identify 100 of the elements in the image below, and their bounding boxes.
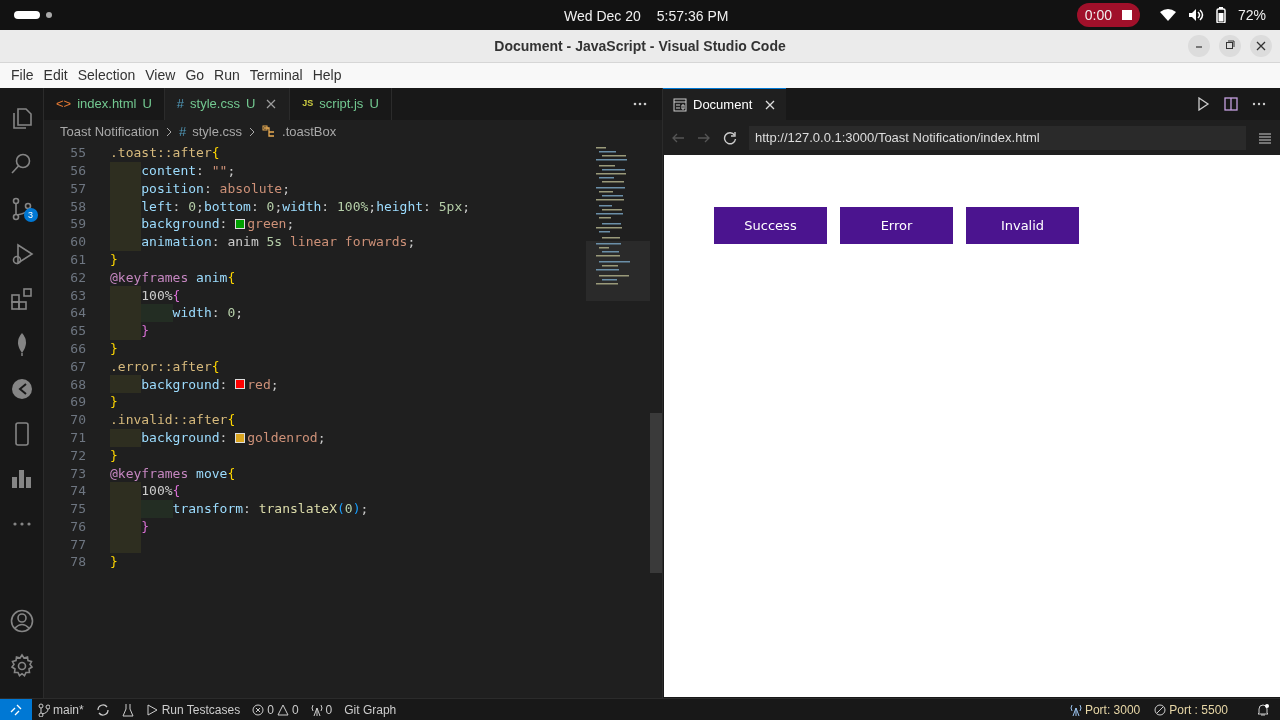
menu-item[interactable]: Terminal [244,65,308,86]
split-editor-icon[interactable] [1224,97,1238,111]
remote-icon [10,703,22,716]
battery-percent: 72% [1237,5,1266,25]
file-type-icon: JS [302,97,314,111]
code-text: 100%{ [141,482,181,501]
line-number: 68 [69,375,86,394]
toast-button[interactable]: Invalid [966,207,1079,244]
git-graph-item[interactable]: Git Graph [344,700,397,719]
untracked-status: U [142,95,152,114]
line-number: 65 [69,322,86,341]
run-icon[interactable] [1196,97,1210,111]
code-text: } [141,322,150,341]
code-text: background: [141,375,229,394]
ports-item[interactable]: 0 [310,700,333,719]
sync-icon[interactable] [95,702,110,717]
menu-item[interactable]: View [140,65,181,86]
branch-item[interactable]: main* [38,700,84,719]
tab-label: script.js [319,95,364,114]
code-text: position: absolute; [141,179,291,198]
line-number: 72 [69,446,86,465]
breadcrumb-item[interactable]: style.css [192,121,243,142]
code-text: } [110,553,118,572]
antenna-icon [1069,703,1082,716]
line-number: 74 [69,482,86,501]
menu-item[interactable]: Edit [38,65,73,86]
menu-item[interactable]: Go [180,65,210,86]
code-text: } [141,517,150,536]
line-number: 71 [69,428,86,447]
port-item[interactable]: Port: 3000 [1069,700,1141,719]
line-number: 64 [69,304,86,323]
line-number: 66 [69,339,86,358]
address-field[interactable]: http://127.0.0.1:3000/Toast Notification/index.html [749,125,1246,150]
line-number: 56 [69,161,86,180]
tab-label: index.html [77,95,137,114]
code-text: @keyframes anim{ [110,268,236,287]
stop-icon [1121,10,1132,20]
code-text: .toast::after{ [110,144,220,163]
tab-label: style.css [190,95,240,114]
code-text: 100%{ [141,286,181,305]
volume-icon[interactable] [1187,8,1204,22]
minimize-button[interactable] [1188,35,1210,57]
clock-text: 5:57:36 PM [656,7,729,26]
code-text: width: 0; [172,304,244,323]
recording-indicator[interactable]: 0:00 [1076,3,1140,27]
file-type-icon: # [179,121,187,142]
count-badge: 3 [23,208,38,222]
editor-tab[interactable]: # style.css U [164,88,291,120]
date-text: Wed Dec 20 [564,7,641,26]
warning-icon [276,703,289,716]
problems-item[interactable]: 0 0 [252,700,299,719]
toast-button[interactable]: Error [840,207,953,244]
code-text: } [110,339,118,358]
line-number: 60 [69,233,86,252]
workspace-indicator-icon[interactable] [14,10,54,20]
breadcrumb-item[interactable]: .toastBox [282,121,337,142]
line-number: 58 [69,197,86,216]
file-type-icon: # [176,94,185,114]
line-number: 62 [69,268,86,287]
extensions-icon[interactable] [8,285,35,312]
code-text: goldenrod; [247,428,326,447]
file-type-icon: <> [56,94,72,114]
menu-item[interactable]: File [6,65,39,86]
symbol-icon [262,124,277,139]
line-number: 55 [69,144,86,163]
code-text: animation: anim 5s linear forwards; [141,233,416,252]
maximize-button[interactable] [1219,35,1241,57]
run-testcases-item[interactable]: Run Testcases [145,700,241,719]
line-number: 61 [69,250,86,269]
menu-item[interactable]: Run [209,65,245,86]
menu-icon[interactable] [1258,130,1272,145]
settings-icon[interactable] [8,652,35,679]
close-icon[interactable] [265,98,278,110]
code-text: @keyframes move{ [110,464,236,483]
account-icon[interactable] [8,607,35,634]
line-number: 77 [69,535,86,554]
line-number: 76 [69,517,86,536]
scrollbar-thumb[interactable] [650,413,662,573]
line-number: 59 [69,215,86,234]
bell-icon[interactable] [1256,702,1270,717]
preview-tab[interactable]: Document [663,88,787,120]
code-text: .invalid::after{ [110,411,236,430]
toast-button[interactable]: Success [714,207,827,244]
menu-item[interactable]: Help [307,65,347,86]
flask-icon[interactable] [121,702,134,717]
chevron-icon [165,126,173,137]
line-number: 69 [69,393,86,412]
wifi-icon[interactable] [1159,8,1176,22]
close-icon[interactable] [764,98,777,111]
window-title: Document - JavaScript - Visual Studio Code [494,36,786,56]
live-server-item[interactable]: Port : 5500 [1154,700,1228,719]
line-number: 73 [69,464,86,483]
menu-item[interactable]: Selection [72,65,141,86]
line-number: 67 [69,357,86,376]
breadcrumb-item[interactable]: Toast Notification [60,121,159,142]
line-number: 78 [69,553,86,572]
battery-icon[interactable] [1215,7,1226,23]
close-button[interactable] [1250,35,1272,57]
reload-icon[interactable] [723,130,737,145]
chevron-icon [248,126,257,137]
